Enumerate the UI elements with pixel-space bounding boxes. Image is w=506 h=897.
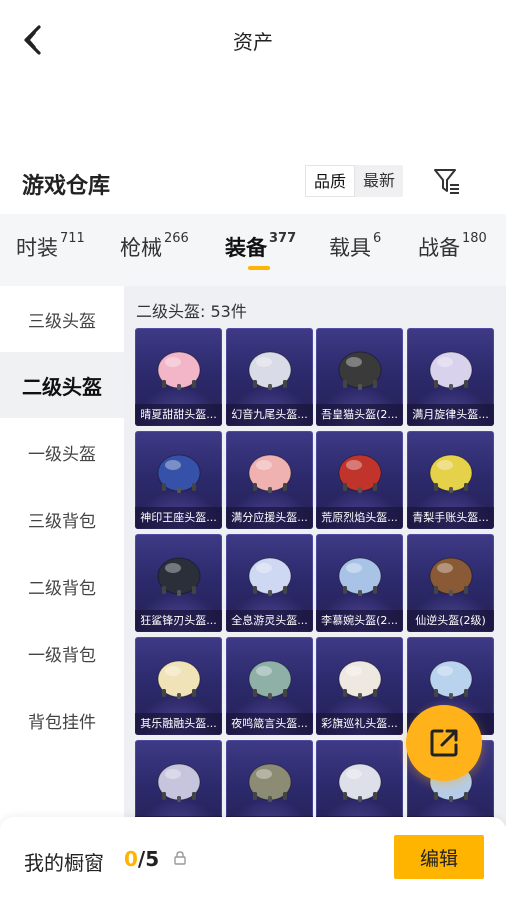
item-card[interactable]: [135, 740, 222, 826]
edit-button[interactable]: 编辑: [394, 835, 484, 879]
section-title: 二级头盔: 53件: [136, 302, 247, 321]
item-name: 神印王座头盔...: [135, 507, 222, 529]
sort-toggle: 品质 最新: [305, 165, 404, 197]
item-card[interactable]: 吾皇猫头盔(2...: [316, 328, 403, 426]
item-card[interactable]: 满月旋律头盔...: [407, 328, 494, 426]
item-name: 仙逆头盔(2级): [407, 610, 494, 632]
item-card[interactable]: 李慕婉头盔(2...: [316, 534, 403, 632]
item-name: 满分应援头盔...: [226, 507, 313, 529]
lock-icon: [174, 851, 186, 865]
tab-count: 711: [60, 231, 85, 246]
tab-label: 载具: [329, 236, 371, 260]
item-name: 彩旗巡礼头盔...: [316, 713, 403, 735]
sidebar-item-level3-backpack[interactable]: 三级背包: [0, 486, 124, 552]
helmet-icon: [338, 454, 382, 493]
helmet-icon: [248, 454, 292, 493]
item-card[interactable]: 满分应援头盔...: [226, 431, 313, 529]
sort-quality-button[interactable]: 品质: [305, 165, 356, 197]
helmet-icon: [338, 351, 382, 390]
helmet-icon: [157, 454, 201, 493]
sidebar-item-level1-helmet[interactable]: 一级头盔: [0, 419, 124, 485]
item-card[interactable]: 神印王座头盔...: [135, 431, 222, 529]
helmet-icon: [248, 660, 292, 699]
helmet-icon: [248, 351, 292, 390]
helmet-icon: [157, 660, 201, 699]
sidebar-item-level2-helmet[interactable]: 二级头盔: [0, 352, 124, 418]
item-card[interactable]: 幻音九尾头盔...: [226, 328, 313, 426]
item-card[interactable]: 仙逆头盔(2级): [407, 534, 494, 632]
helmet-icon: [248, 557, 292, 596]
tab-equipment[interactable]: 装备 377: [225, 231, 297, 262]
helmet-icon: [157, 557, 201, 596]
item-name: 满月旋律头盔...: [407, 404, 494, 426]
item-name: 荒原烈焰头盔...: [316, 507, 403, 529]
item-name: 夜鸣箴言头盔...: [226, 713, 313, 735]
item-card[interactable]: [316, 740, 403, 826]
item-name: 吾皇猫头盔(2...: [316, 404, 403, 426]
tab-label: 时装: [16, 236, 58, 260]
tab-firearms[interactable]: 枪械 266: [120, 231, 189, 262]
sidebar: 三级头盔 二级头盔 一级头盔 三级背包 二级背包 一级背包 背包挂件: [0, 286, 124, 826]
item-card[interactable]: 其乐融融头盔...: [135, 637, 222, 735]
tab-label: 枪械: [120, 236, 162, 260]
helmet-icon: [338, 557, 382, 596]
filter-button[interactable]: [430, 164, 464, 198]
active-tab-indicator: [248, 266, 270, 270]
item-card[interactable]: [226, 740, 313, 826]
helmet-icon: [429, 351, 473, 390]
share-button[interactable]: [406, 705, 482, 781]
sidebar-item-backpack-charm[interactable]: 背包挂件: [0, 687, 124, 753]
tab-supplies[interactable]: 战备 180: [418, 231, 487, 262]
showcase-bar: 我的橱窗 0/5 编辑: [0, 817, 506, 897]
sidebar-item-level3-helmet[interactable]: 三级头盔: [0, 286, 124, 352]
item-name: 狂鲨锋刃头盔...: [135, 610, 222, 632]
tab-count: 377: [269, 231, 297, 246]
warehouse-title: 游戏仓库: [22, 174, 111, 199]
sort-latest-button[interactable]: 最新: [355, 165, 403, 197]
showcase-label: 我的橱窗: [24, 851, 104, 875]
tab-label: 装备: [225, 236, 267, 260]
item-card[interactable]: 青梨手账头盔...: [407, 431, 494, 529]
sidebar-item-level2-backpack[interactable]: 二级背包: [0, 553, 124, 619]
helmet-icon: [429, 557, 473, 596]
item-name: 青梨手账头盔...: [407, 507, 494, 529]
item-card[interactable]: 彩旗巡礼头盔...: [316, 637, 403, 735]
item-name: 全息游灵头盔...: [226, 610, 313, 632]
item-name: 晴夏甜甜头盔...: [135, 404, 222, 426]
helmet-icon: [338, 763, 382, 802]
item-name: 李慕婉头盔(2...: [316, 610, 403, 632]
item-name: 幻音九尾头盔...: [226, 404, 313, 426]
warehouse-header: 游戏仓库 品质 最新: [0, 160, 506, 204]
category-tabs: 时装 711 枪械 266 装备 377 载具 6 战备 180: [0, 214, 506, 286]
tab-fashion[interactable]: 时装 711: [16, 231, 85, 262]
tab-count: 180: [462, 231, 487, 246]
item-card[interactable]: 全息游灵头盔...: [226, 534, 313, 632]
helmet-icon: [157, 763, 201, 802]
helmet-icon: [429, 454, 473, 493]
helmet-icon: [338, 660, 382, 699]
tab-label: 战备: [418, 236, 460, 260]
item-card[interactable]: 晴夏甜甜头盔...: [135, 328, 222, 426]
helmet-icon: [248, 763, 292, 802]
helmet-icon: [157, 351, 201, 390]
filter-icon: [434, 169, 459, 194]
top-bar: 资产: [0, 0, 506, 80]
tab-count: 6: [373, 231, 382, 246]
tab-count: 266: [164, 231, 189, 246]
showcase-count: 0/5: [124, 847, 159, 871]
item-card[interactable]: 夜鸣箴言头盔...: [226, 637, 313, 735]
item-name: 其乐融融头盔...: [135, 713, 222, 735]
helmet-icon: [429, 660, 473, 699]
page-title: 资产: [233, 30, 273, 54]
share-export-icon: [430, 729, 458, 757]
showcase-current: 0: [124, 847, 138, 871]
tab-vehicles[interactable]: 载具 6: [329, 231, 382, 262]
item-card[interactable]: 狂鲨锋刃头盔...: [135, 534, 222, 632]
showcase-total: /5: [137, 847, 160, 871]
sidebar-item-level1-backpack[interactable]: 一级背包: [0, 620, 124, 686]
item-card[interactable]: 荒原烈焰头盔...: [316, 431, 403, 529]
